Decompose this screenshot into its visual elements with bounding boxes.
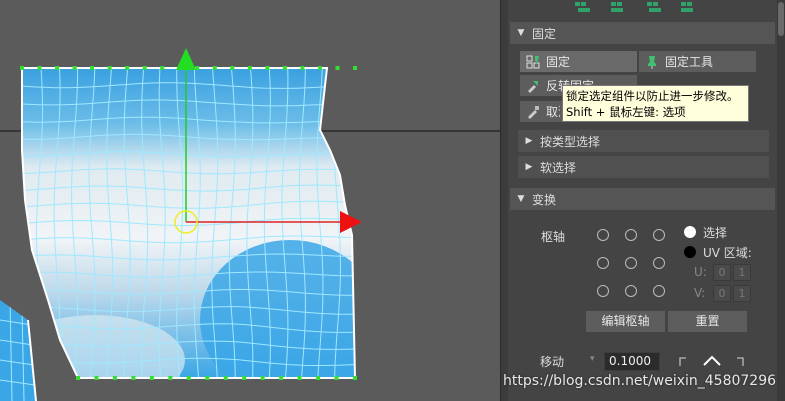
option-select-radio[interactable] bbox=[684, 226, 696, 238]
u-label: U: bbox=[694, 265, 707, 279]
move-up-icon bbox=[703, 355, 721, 366]
uv-vertex bbox=[76, 376, 80, 380]
uv-vertex bbox=[353, 66, 357, 70]
uv-vertex bbox=[186, 376, 191, 380]
collapse-arrow-icon: ▼ bbox=[517, 194, 525, 204]
expand-arrow-icon: ▶ bbox=[525, 162, 533, 172]
uv-vertex bbox=[72, 66, 77, 70]
uv-vertex bbox=[316, 376, 321, 380]
uv-vertex bbox=[335, 66, 340, 70]
select-by-type-title: 按类型选择 bbox=[540, 134, 601, 149]
manipulator-y-arrow bbox=[176, 48, 196, 70]
pin-button[interactable]: 固定 bbox=[520, 51, 637, 72]
panel-splitter[interactable] bbox=[500, 0, 508, 401]
expand-arrow-icon: ▶ bbox=[525, 136, 533, 146]
v-label: V: bbox=[694, 286, 706, 300]
uv-vertex bbox=[149, 376, 154, 380]
uv-vertex bbox=[195, 66, 200, 70]
move-value-input[interactable]: 0.1000 bbox=[604, 352, 660, 371]
uv-shell-main[interactable] bbox=[5, 66, 380, 401]
move-up-right-icon bbox=[737, 357, 744, 366]
uv-vertex bbox=[279, 376, 284, 380]
u-max-field[interactable]: 1 bbox=[733, 264, 751, 281]
uv-vertex bbox=[265, 66, 270, 70]
pin-icon bbox=[526, 55, 540, 69]
option-uv-domain-radio[interactable] bbox=[684, 246, 696, 258]
u-min-field[interactable]: 0 bbox=[713, 264, 731, 281]
uv-vertex bbox=[160, 66, 165, 70]
pivot-radio[interactable] bbox=[597, 257, 609, 269]
uv-vertex bbox=[230, 66, 235, 70]
scrollbar-thumb[interactable] bbox=[778, 2, 784, 36]
pin-tool-label: 固定工具 bbox=[665, 55, 714, 69]
unpin-label: 取消固定 bbox=[546, 105, 560, 119]
uv-vertex bbox=[107, 66, 112, 70]
top-icon-strip bbox=[575, 0, 695, 14]
pin-tooltip: 锁定选定组件以防止进一步修改。 Shift + 鼠标左键: 选项 bbox=[562, 85, 749, 122]
uv-vertex bbox=[142, 66, 147, 70]
uv-vertex bbox=[37, 66, 42, 70]
uv-vertex bbox=[223, 376, 228, 380]
pivot-radio[interactable] bbox=[653, 257, 665, 269]
unpin-button[interactable]: 取消固定 bbox=[520, 101, 565, 122]
soft-select-header[interactable]: ▶ 软选择 bbox=[518, 156, 769, 178]
pivot-label: 枢轴 bbox=[541, 230, 566, 244]
uv-viewport[interactable] bbox=[0, 0, 500, 401]
uv-vertex bbox=[300, 66, 305, 70]
uv-vertex bbox=[131, 376, 136, 380]
pivot-radio[interactable] bbox=[625, 285, 637, 297]
uv-vertex bbox=[112, 376, 117, 380]
uv-vertex bbox=[205, 376, 210, 380]
move-up-left-icon bbox=[679, 357, 686, 366]
move-step-dropdown-icon[interactable]: ▾ bbox=[590, 354, 595, 364]
soft-select-title: 软选择 bbox=[540, 160, 577, 175]
uv-canvas[interactable] bbox=[0, 0, 500, 401]
uv-vertex bbox=[168, 376, 173, 380]
pivot-radio[interactable] bbox=[597, 285, 609, 297]
v-max-field[interactable]: 1 bbox=[733, 285, 751, 302]
uv-vertex bbox=[353, 376, 357, 380]
transform-section-title: 变换 bbox=[532, 192, 557, 207]
uv-vertex bbox=[90, 66, 95, 70]
unpin-icon bbox=[526, 105, 540, 119]
tooltip-line-1: 锁定选定组件以防止进一步修改。 bbox=[566, 89, 739, 103]
uv-vertex bbox=[212, 66, 217, 70]
option-select-label: 选择 bbox=[703, 226, 728, 240]
select-by-type-header[interactable]: ▶ 按类型选择 bbox=[518, 130, 769, 152]
pin-section-header[interactable]: ▼ 固定 bbox=[510, 22, 775, 44]
pin-button-label: 固定 bbox=[546, 55, 571, 69]
pin-tool-icon bbox=[645, 55, 659, 69]
transform-section-header[interactable]: ▼ 变换 bbox=[510, 188, 775, 210]
uv-vertex bbox=[55, 66, 60, 70]
pivot-radio[interactable] bbox=[597, 229, 609, 241]
uv-vertex bbox=[247, 66, 252, 70]
uv-vertex bbox=[297, 376, 302, 380]
pivot-radio[interactable] bbox=[653, 285, 665, 297]
watermark-text: https://blog.csdn.net/weixin_45807296 bbox=[503, 373, 777, 389]
invert-pin-icon bbox=[526, 79, 540, 93]
v-min-field[interactable]: 0 bbox=[713, 285, 731, 302]
pivot-radio[interactable] bbox=[625, 229, 637, 241]
uv-vertex bbox=[317, 66, 322, 70]
tooltip-line-2: Shift + 鼠标左键: 选项 bbox=[566, 105, 686, 119]
uv-shell-secondary[interactable] bbox=[0, 300, 37, 401]
pin-section-title: 固定 bbox=[532, 26, 557, 41]
edit-pivot-button[interactable]: 编辑枢轴 bbox=[586, 311, 665, 332]
collapse-arrow-icon: ▼ bbox=[517, 28, 525, 38]
pivot-radio[interactable] bbox=[653, 229, 665, 241]
reset-button[interactable]: 重置 bbox=[668, 311, 747, 332]
pivot-radio[interactable] bbox=[625, 257, 637, 269]
move-arrows bbox=[679, 355, 744, 366]
uv-vertex bbox=[260, 376, 265, 380]
panel-scrollbar[interactable] bbox=[777, 0, 785, 401]
move-label: 移动 bbox=[540, 355, 565, 369]
uv-vertex bbox=[334, 376, 339, 380]
pin-tool-button[interactable]: 固定工具 bbox=[639, 51, 756, 72]
option-uv-domain-label: UV 区域: bbox=[703, 246, 752, 260]
uv-vertex bbox=[242, 376, 247, 380]
uv-vertex bbox=[125, 66, 130, 70]
uv-vertex bbox=[282, 66, 287, 70]
uv-vertex bbox=[20, 66, 24, 70]
uv-vertex bbox=[94, 376, 99, 380]
